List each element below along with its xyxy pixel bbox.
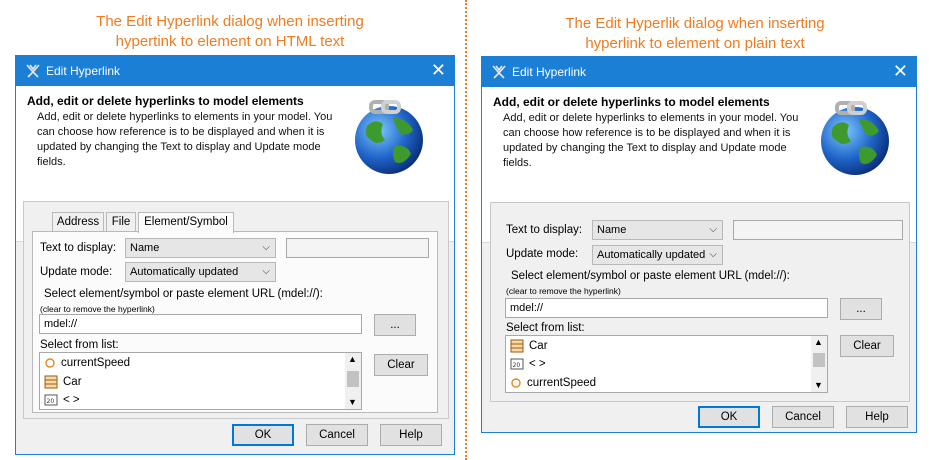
update-mode-combo[interactable]: Automatically updated ⌵: [125, 262, 276, 282]
header-title: Add, edit or delete hyperlinks to model …: [493, 95, 770, 109]
diagram-icon: 20: [510, 358, 524, 370]
cancel-button[interactable]: Cancel: [306, 424, 368, 446]
browse-button[interactable]: ...: [374, 314, 416, 336]
caption-left: The Edit Hyperlink dialog when inserting…: [96, 13, 364, 50]
clear-hint: (clear to remove the hyperlink): [40, 304, 155, 314]
list-item[interactable]: Car: [44, 373, 82, 391]
element-url-input[interactable]: mdel://: [505, 298, 828, 318]
update-mode-value: Automatically updated: [597, 249, 706, 261]
text-to-display-label: Text to display:: [506, 224, 583, 236]
globe-link-icon: [355, 100, 423, 174]
select-from-list-label: Select from list:: [40, 339, 119, 351]
help-button[interactable]: Help: [846, 406, 908, 428]
list-scrollbar[interactable]: ▲ ▼: [811, 336, 827, 392]
list-item-label: < >: [63, 394, 80, 406]
element-url-input[interactable]: mdel://: [39, 314, 362, 334]
text-to-display-field[interactable]: [733, 220, 903, 240]
class-icon: [510, 339, 524, 353]
edit-hyperlink-dialog-plain: Edit Hyperlink ✕ Add, edit or delete hyp…: [481, 56, 917, 433]
chevron-down-icon: ⌵: [262, 266, 270, 277]
list-item[interactable]: Car: [510, 337, 548, 355]
list-item[interactable]: currentSpeed: [510, 374, 596, 392]
globe-link-icon: [821, 101, 889, 175]
tab-file[interactable]: File: [106, 212, 136, 231]
header-description: Add, edit or delete hyperlinks to elemen…: [503, 112, 799, 169]
text-to-display-combo[interactable]: Name ⌵: [592, 220, 723, 240]
list-item[interactable]: 20 < >: [44, 391, 80, 409]
select-from-list-label: Select from list:: [506, 322, 585, 334]
update-mode-value: Automatically updated: [130, 266, 239, 278]
update-mode-label: Update mode:: [40, 266, 113, 278]
scroll-up-icon[interactable]: ▲: [348, 354, 357, 364]
header-title: Add, edit or delete hyperlinks to model …: [27, 94, 304, 108]
update-mode-label: Update mode:: [506, 248, 579, 260]
tab-address[interactable]: Address: [52, 212, 104, 231]
list-item-label: currentSpeed: [527, 377, 597, 389]
dialog-title: Edit Hyperlink: [512, 65, 587, 79]
list-item-label: Car: [529, 340, 548, 352]
ok-button[interactable]: OK: [698, 406, 760, 428]
scroll-thumb[interactable]: [347, 371, 359, 387]
diagram-icon: 20: [44, 394, 58, 406]
class-icon: [44, 375, 58, 389]
help-button[interactable]: Help: [380, 424, 442, 446]
text-to-display-label: Text to display:: [40, 242, 117, 254]
app-icon: [492, 65, 506, 79]
text-to-display-value: Name: [597, 224, 627, 236]
app-icon: [26, 64, 40, 78]
element-list[interactable]: Car 20 < > currentSpeed ▲ ▼: [505, 335, 828, 393]
text-to-display-value: Name: [130, 242, 160, 254]
caption-right: The Edit Hyperlik dialog when inserting …: [565, 15, 825, 52]
text-to-display-field[interactable]: [286, 238, 429, 258]
list-item[interactable]: currentSpeed: [44, 354, 130, 372]
dialog-title: Edit Hyperlink: [46, 64, 121, 78]
browse-button[interactable]: ...: [840, 298, 882, 320]
property-icon: [45, 358, 55, 368]
title-bar[interactable]: Edit Hyperlink ✕: [482, 57, 916, 87]
clear-hint: (clear to remove the hyperlink): [506, 286, 621, 296]
svg-text:20: 20: [47, 398, 55, 405]
tab-element-symbol[interactable]: Element/Symbol: [138, 212, 234, 233]
title-bar[interactable]: Edit Hyperlink ✕: [16, 56, 454, 86]
scroll-up-icon[interactable]: ▲: [814, 337, 823, 347]
chevron-down-icon: ⌵: [709, 224, 717, 235]
property-icon: [511, 378, 521, 388]
svg-text:20: 20: [513, 362, 521, 369]
close-icon[interactable]: ✕: [893, 61, 908, 81]
list-item-label: < >: [529, 358, 546, 370]
list-item-label: currentSpeed: [61, 357, 131, 369]
header-description: Add, edit or delete hyperlinks to elemen…: [37, 111, 333, 168]
chevron-down-icon: ⌵: [262, 242, 270, 253]
text-to-display-combo[interactable]: Name ⌵: [125, 238, 276, 258]
scroll-down-icon[interactable]: ▼: [348, 397, 357, 407]
clear-button[interactable]: Clear: [374, 354, 428, 376]
select-element-label: Select element/symbol or paste element U…: [511, 270, 790, 282]
scroll-thumb[interactable]: [813, 353, 825, 367]
list-item[interactable]: 20 < >: [510, 355, 546, 373]
edit-hyperlink-dialog-html: Edit Hyperlink ✕ Add, edit or delete hyp…: [15, 55, 455, 455]
main-panel: Text to display: Name ⌵ Update mode: Aut…: [490, 202, 910, 402]
chevron-down-icon: ⌵: [709, 249, 717, 260]
clear-button[interactable]: Clear: [840, 335, 894, 357]
list-scrollbar[interactable]: ▲ ▼: [345, 353, 361, 409]
update-mode-combo[interactable]: Automatically updated ⌵: [592, 245, 723, 265]
ok-button[interactable]: OK: [232, 424, 294, 446]
close-icon[interactable]: ✕: [431, 60, 446, 80]
element-list[interactable]: currentSpeed Car 20 < > ▲ ▼: [39, 352, 362, 410]
divider: [465, 0, 467, 460]
list-item-label: Car: [63, 376, 82, 388]
select-element-label: Select element/symbol or paste element U…: [44, 288, 323, 300]
scroll-down-icon[interactable]: ▼: [814, 380, 823, 390]
cancel-button[interactable]: Cancel: [772, 406, 834, 428]
main-panel: Address File Element/Symbol Text to disp…: [23, 201, 449, 419]
